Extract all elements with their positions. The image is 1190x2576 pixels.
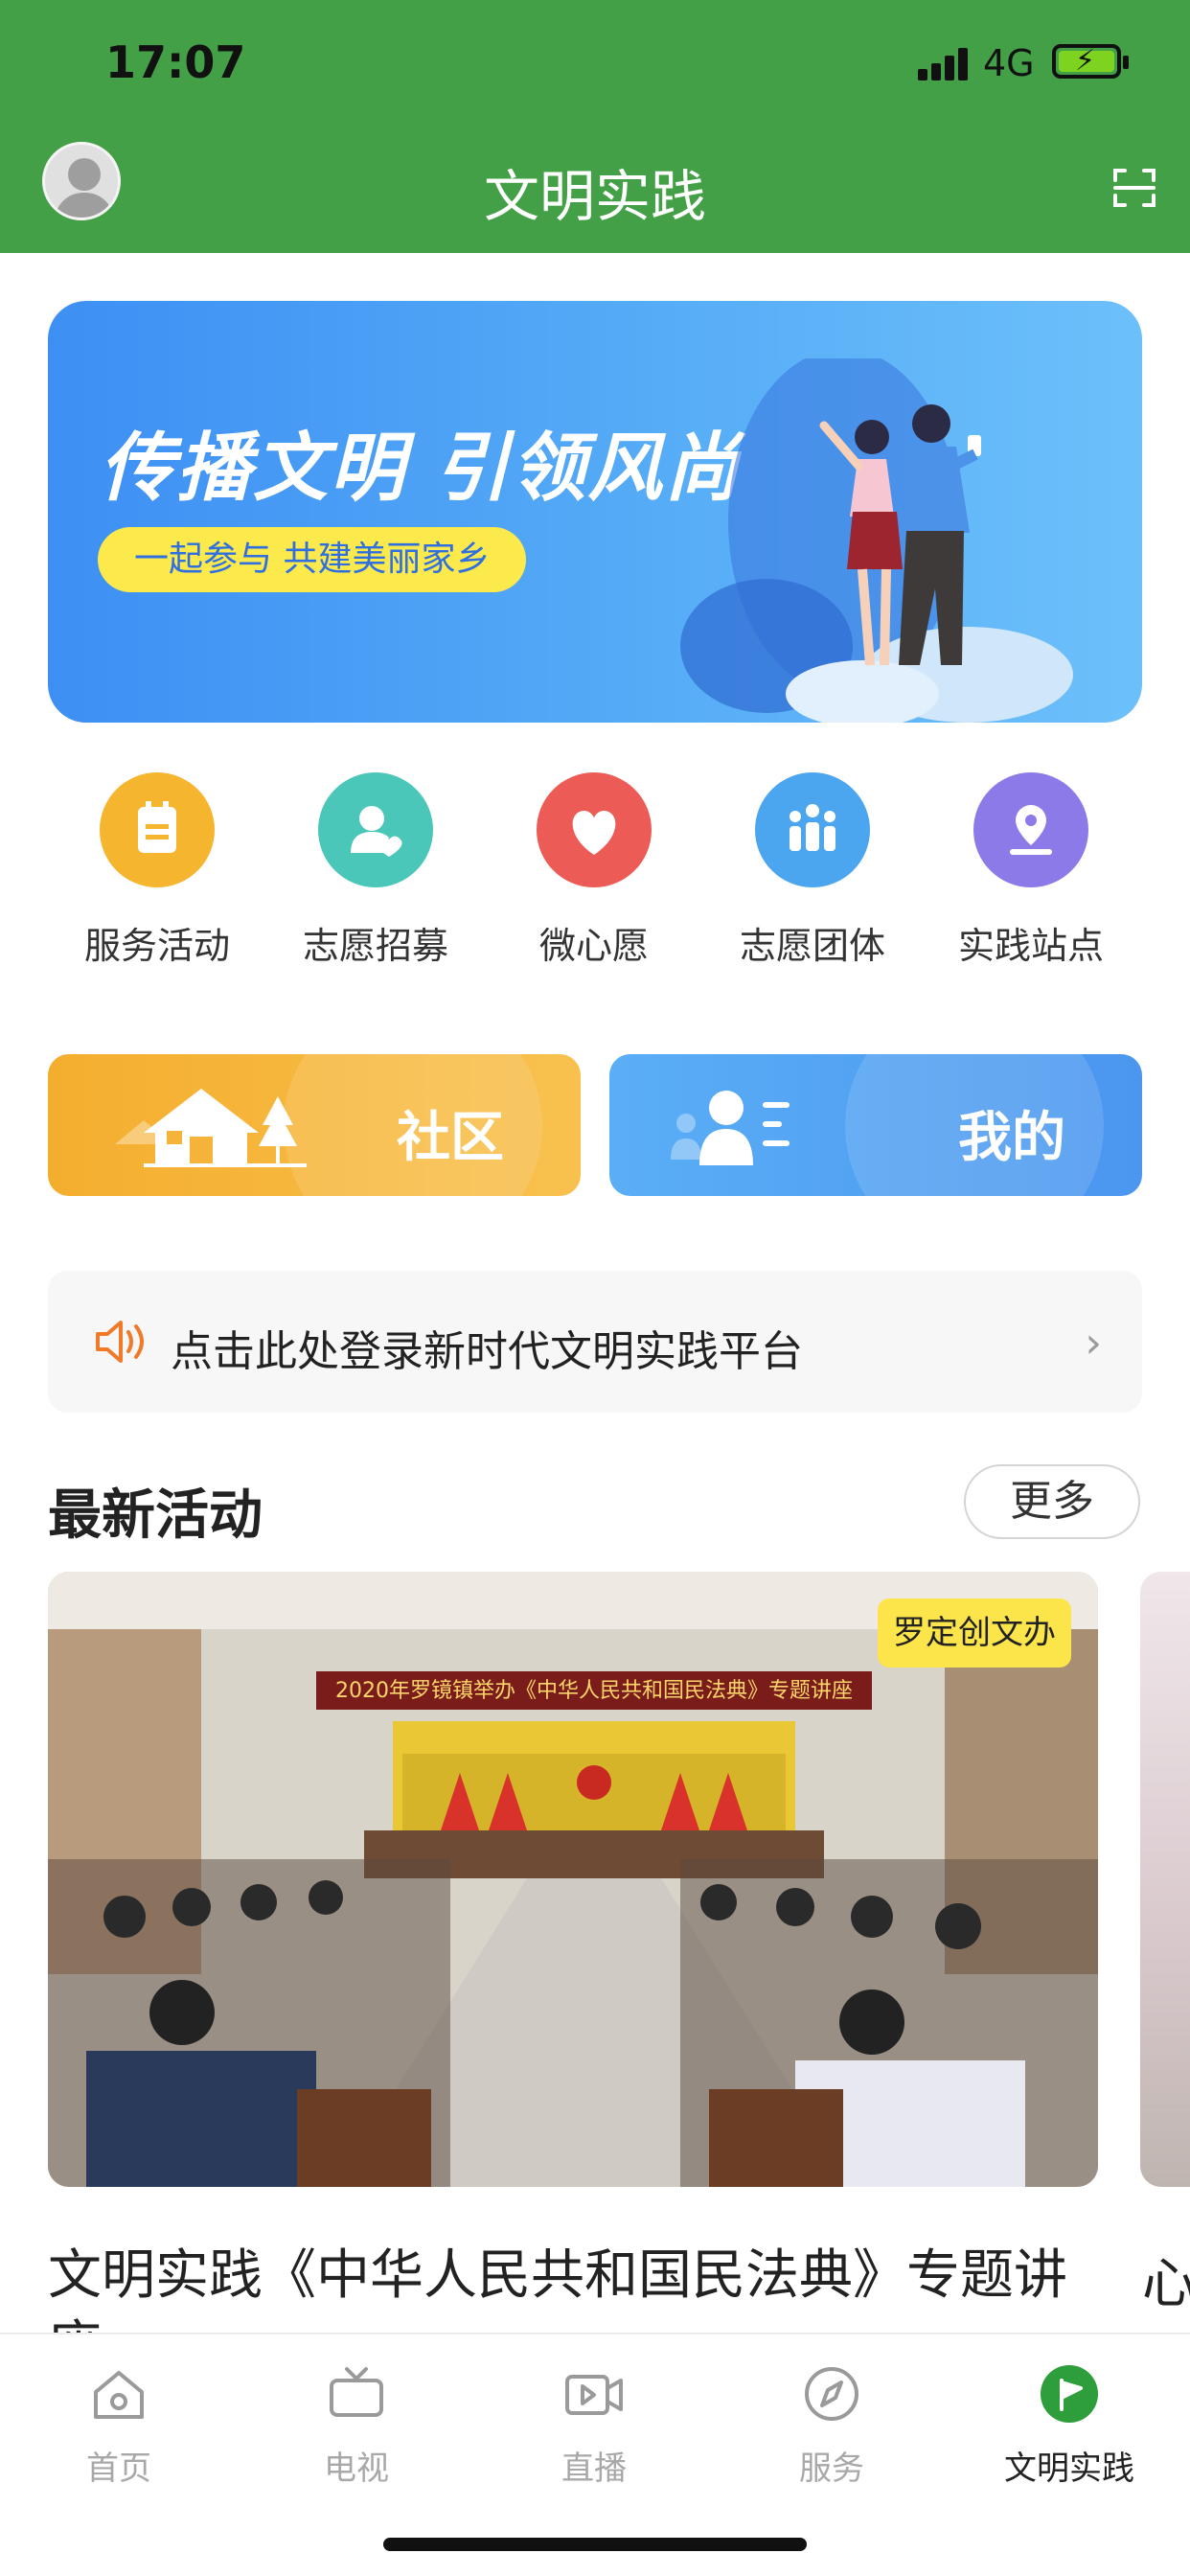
tab-service[interactable]: 服务 [736, 2363, 927, 2489]
tab-label: 直播 [561, 2450, 627, 2488]
shortcut-service-activity[interactable]: 服务活动 [61, 772, 253, 969]
shortcut-volunteer-group[interactable]: 志愿团体 [717, 772, 908, 969]
page-title: 文明实践 [483, 164, 706, 229]
status-time: 17:07 [105, 36, 246, 88]
login-notice-bar[interactable]: 点击此处登录新时代文明实践平台 › [48, 1271, 1142, 1413]
shortcut-label: 志愿招募 [302, 925, 448, 967]
next-activity-card-image[interactable] [1140, 1572, 1190, 2187]
tab-live[interactable]: 直播 [498, 2363, 690, 2489]
profile-card-icon [671, 1091, 790, 1165]
tab-civilization-practice[interactable]: 文明实践 [973, 2363, 1165, 2489]
house-icon [115, 1089, 307, 1167]
tab-home[interactable]: 首页 [23, 2363, 215, 2489]
banner-illustration [680, 358, 1073, 723]
shortcut-label: 服务活动 [83, 925, 230, 967]
more-button[interactable]: 更多 [964, 1464, 1140, 1539]
scan-icon[interactable] [1111, 165, 1157, 211]
organization-tag: 罗定创文办 [878, 1598, 1071, 1668]
section-title: 最新活动 [48, 1484, 263, 1547]
home-icon [94, 2371, 144, 2419]
group-icon [755, 772, 870, 887]
status-bar: 17:07 4G ⚡ [0, 0, 1190, 125]
shortcut-micro-wish[interactable]: 微心愿 [498, 772, 690, 969]
notice-text: 点击此处登录新时代文明实践平台 [171, 1327, 803, 1376]
tab-label: 首页 [86, 2450, 151, 2488]
heart-icon [537, 772, 652, 887]
battery-icon: ⚡ [1052, 44, 1129, 79]
banner-headline: 传播文明 引领风尚 [100, 426, 742, 512]
app-header: 17:07 4G ⚡ 文明实践 [0, 0, 1190, 253]
compass-icon [805, 2367, 858, 2421]
shortcut-label: 实践站点 [957, 925, 1104, 967]
calendar-icon [100, 772, 215, 887]
next-activity-title[interactable]: 心 [1142, 2241, 1190, 2318]
community-label: 社区 [397, 1107, 504, 1169]
person-heart-icon [318, 772, 433, 887]
community-button[interactable]: 社区 [48, 1054, 581, 1196]
mine-button[interactable]: 我的 [609, 1054, 1142, 1196]
tab-label: 电视 [324, 2450, 389, 2488]
activity-card-image[interactable]: 2020年罗镜镇举办《中华人民共和国民法典》专题讲座 罗定创文办 [48, 1572, 1098, 2187]
shortcut-grid: 服务活动 志愿招募 微心愿 志愿团体 实践站点 [48, 772, 1142, 983]
promo-banner[interactable]: 传播文明 引领风尚 一起参与 共建美丽家乡 [48, 301, 1142, 723]
tab-tv[interactable]: 电视 [261, 2363, 452, 2489]
tab-label: 服务 [799, 2450, 864, 2488]
flag-icon [1041, 2365, 1098, 2423]
home-indicator[interactable] [383, 2538, 807, 2551]
tab-label: 文明实践 [1004, 2450, 1134, 2488]
network-type: 4G [983, 42, 1035, 84]
banner-tagline: 一起参与 共建美丽家乡 [98, 527, 527, 592]
shortcut-label: 志愿团体 [739, 925, 885, 967]
tv-icon [330, 2367, 383, 2417]
chevron-right-icon: › [1085, 1319, 1102, 1368]
location-pin-icon [973, 772, 1088, 887]
speaker-icon [96, 1321, 144, 1363]
signal-icon [918, 48, 970, 80]
shortcut-label: 微心愿 [538, 925, 649, 967]
shortcut-volunteer-recruit[interactable]: 志愿招募 [280, 772, 471, 969]
shortcut-practice-site[interactable]: 实践站点 [935, 772, 1127, 969]
hall-banner-text: 2020年罗镜镇举办《中华人民共和国民法典》专题讲座 [335, 1679, 853, 1703]
mine-label: 我的 [958, 1107, 1065, 1169]
live-video-icon [565, 2375, 623, 2415]
